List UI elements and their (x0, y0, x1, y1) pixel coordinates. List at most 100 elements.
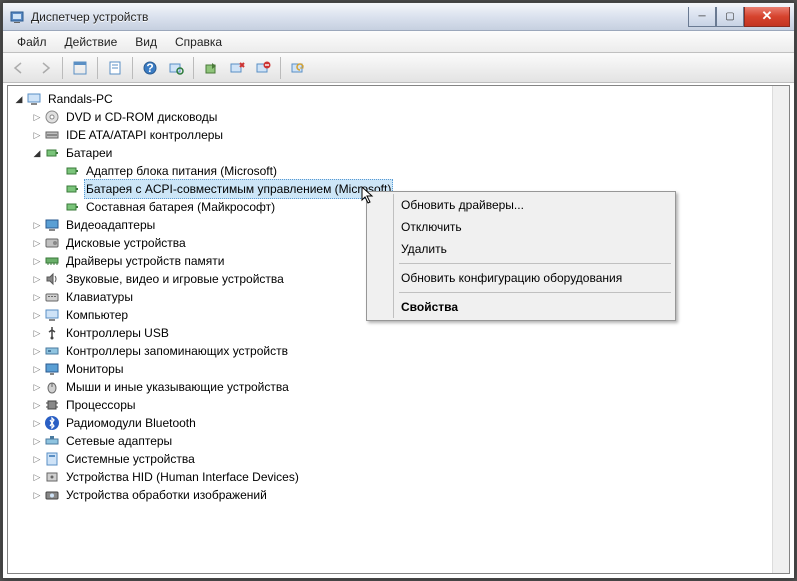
tree-node-hid[interactable]: ▷Устройства HID (Human Interface Devices… (10, 468, 789, 486)
bluetooth-icon (44, 415, 60, 431)
tree-label: Радиомодули Bluetooth (64, 414, 198, 432)
system-icon (44, 451, 60, 467)
tree-node-network[interactable]: ▷ Сетевые адаптеры (10, 432, 789, 450)
help-button[interactable]: ? (138, 56, 162, 80)
tree-node-batteries[interactable]: ◢ Батареи (10, 144, 789, 162)
tree-node-mouse[interactable]: ▷ Мыши и иные указывающие устройства (10, 378, 789, 396)
tree-node-ide[interactable]: ▷ IDE ATA/ATAPI контроллеры (10, 126, 789, 144)
expand-icon[interactable]: ▷ (32, 472, 42, 482)
tree-node-monitor[interactable]: ▷ Мониторы (10, 360, 789, 378)
network-icon (44, 433, 60, 449)
menu-file[interactable]: Файл (9, 33, 55, 51)
forward-button[interactable] (33, 56, 57, 80)
expand-icon[interactable]: ▷ (32, 400, 42, 410)
properties-button[interactable] (103, 56, 127, 80)
back-button[interactable] (7, 56, 31, 80)
tree-node-processor[interactable]: ▷ Процессоры (10, 396, 789, 414)
refresh-button[interactable] (286, 56, 310, 80)
titlebar[interactable]: Диспетчер устройств ─ ▢ ✕ (3, 3, 794, 31)
tree-node-bluetooth[interactable]: ▷ Радиомодули Bluetooth (10, 414, 789, 432)
expand-icon[interactable]: ◢ (14, 94, 24, 104)
disable-button[interactable] (225, 56, 249, 80)
window-title: Диспетчер устройств (31, 10, 688, 24)
usb-icon (44, 325, 60, 341)
tree-node-dvd[interactable]: ▷ DVD и CD-ROM дисководы (10, 108, 789, 126)
expand-icon[interactable]: ▷ (32, 382, 42, 392)
tree-node-system[interactable]: ▷ Системные устройства (10, 450, 789, 468)
expand-icon[interactable]: ▷ (32, 346, 42, 356)
vertical-scrollbar[interactable] (772, 86, 789, 573)
tree-node-usb[interactable]: ▷Контроллеры USB (10, 324, 789, 342)
tree-label: Сетевые адаптеры (64, 432, 174, 450)
device-manager-window: Диспетчер устройств ─ ▢ ✕ Файл Действие … (2, 2, 795, 579)
expand-icon[interactable]: ▷ (32, 292, 42, 302)
tree-label: DVD и CD-ROM дисководы (64, 108, 219, 126)
expand-icon[interactable]: ▷ (32, 112, 42, 122)
tree-root[interactable]: ◢Randals-PC (10, 90, 789, 108)
ctx-update-drivers[interactable]: Обновить драйверы... (369, 194, 673, 216)
scan-button[interactable] (164, 56, 188, 80)
tree-label: Мыши и иные указывающие устройства (64, 378, 291, 396)
expand-icon[interactable]: ▷ (32, 310, 42, 320)
device-tree-panel: ◢Randals-PC ▷ DVD и CD-ROM дисководы ▷ IDE… (7, 85, 790, 574)
ctx-uninstall[interactable]: Удалить (369, 238, 673, 260)
sound-icon (44, 271, 60, 287)
imaging-icon (44, 487, 60, 503)
expand-icon[interactable]: ▷ (32, 274, 42, 284)
window-controls: ─ ▢ ✕ (688, 7, 790, 27)
tree-label: Батареи (64, 144, 114, 162)
hid-icon (44, 469, 60, 485)
tree-node-storage[interactable]: ▷ Контроллеры запоминающих устройств (10, 342, 789, 360)
expand-icon[interactable]: ▷ (32, 220, 42, 230)
expand-icon[interactable]: ◢ (32, 148, 42, 158)
disk-icon (44, 235, 60, 251)
close-button[interactable]: ✕ (744, 7, 790, 27)
tree-label: Звуковые, видео и игровые устройства (64, 270, 286, 288)
ctx-scan[interactable]: Обновить конфигурацию оборудования (369, 267, 673, 289)
tree-label: Видеоадаптеры (64, 216, 157, 234)
expand-icon[interactable]: ▷ (32, 256, 42, 266)
expand-icon[interactable]: ▷ (32, 364, 42, 374)
ctx-disable[interactable]: Отключить (369, 216, 673, 238)
expand-icon[interactable]: ▷ (32, 490, 42, 500)
tree-label: Адаптер блока питания (Microsoft) (84, 162, 279, 180)
tree-node-bat-adapter[interactable]: ▷Адаптер блока питания (Microsoft) (10, 162, 789, 180)
tree-label-selected: Батарея с ACPI-совместимым управлением (… (84, 179, 393, 199)
expand-icon[interactable]: ▷ (32, 436, 42, 446)
menu-action[interactable]: Действие (57, 33, 126, 51)
expand-icon[interactable]: ▷ (32, 418, 42, 428)
memory-icon (44, 253, 60, 269)
battery-icon (64, 181, 80, 197)
battery-icon (64, 199, 80, 215)
tree-label: Мониторы (64, 360, 125, 378)
mouse-icon (44, 379, 60, 395)
computer-icon (26, 91, 42, 107)
expand-icon[interactable]: ▷ (32, 130, 42, 140)
keyboard-icon (44, 289, 60, 305)
computer-icon (44, 307, 60, 323)
maximize-button[interactable]: ▢ (716, 7, 744, 27)
tree-node-imaging[interactable]: ▷ Устройства обработки изображений (10, 486, 789, 504)
ctx-properties[interactable]: Свойства (369, 296, 673, 318)
minimize-button[interactable]: ─ (688, 7, 716, 27)
menu-view[interactable]: Вид (127, 33, 165, 51)
tree-label: Контроллеры запоминающих устройств (64, 342, 290, 360)
menu-help[interactable]: Справка (167, 33, 230, 51)
tree-label: Дисковые устройства (64, 234, 188, 252)
tree-label: Системные устройства (64, 450, 197, 468)
battery-icon (64, 163, 80, 179)
expand-icon[interactable]: ▷ (32, 238, 42, 248)
expand-icon[interactable]: ▷ (32, 454, 42, 464)
show-hide-button[interactable] (68, 56, 92, 80)
tree-label: Клавиатуры (64, 288, 135, 306)
uninstall-button[interactable] (251, 56, 275, 80)
ide-icon (44, 127, 60, 143)
tree-label: Устройства обработки изображений (64, 486, 269, 504)
tree-label: IDE ATA/ATAPI контроллеры (64, 126, 225, 144)
tree-label: Процессоры (64, 396, 138, 414)
tree-label: Компьютер (64, 306, 130, 324)
update-driver-button[interactable] (199, 56, 223, 80)
ctx-separator (399, 292, 671, 293)
expand-icon[interactable]: ▷ (32, 328, 42, 338)
dvd-icon (44, 109, 60, 125)
